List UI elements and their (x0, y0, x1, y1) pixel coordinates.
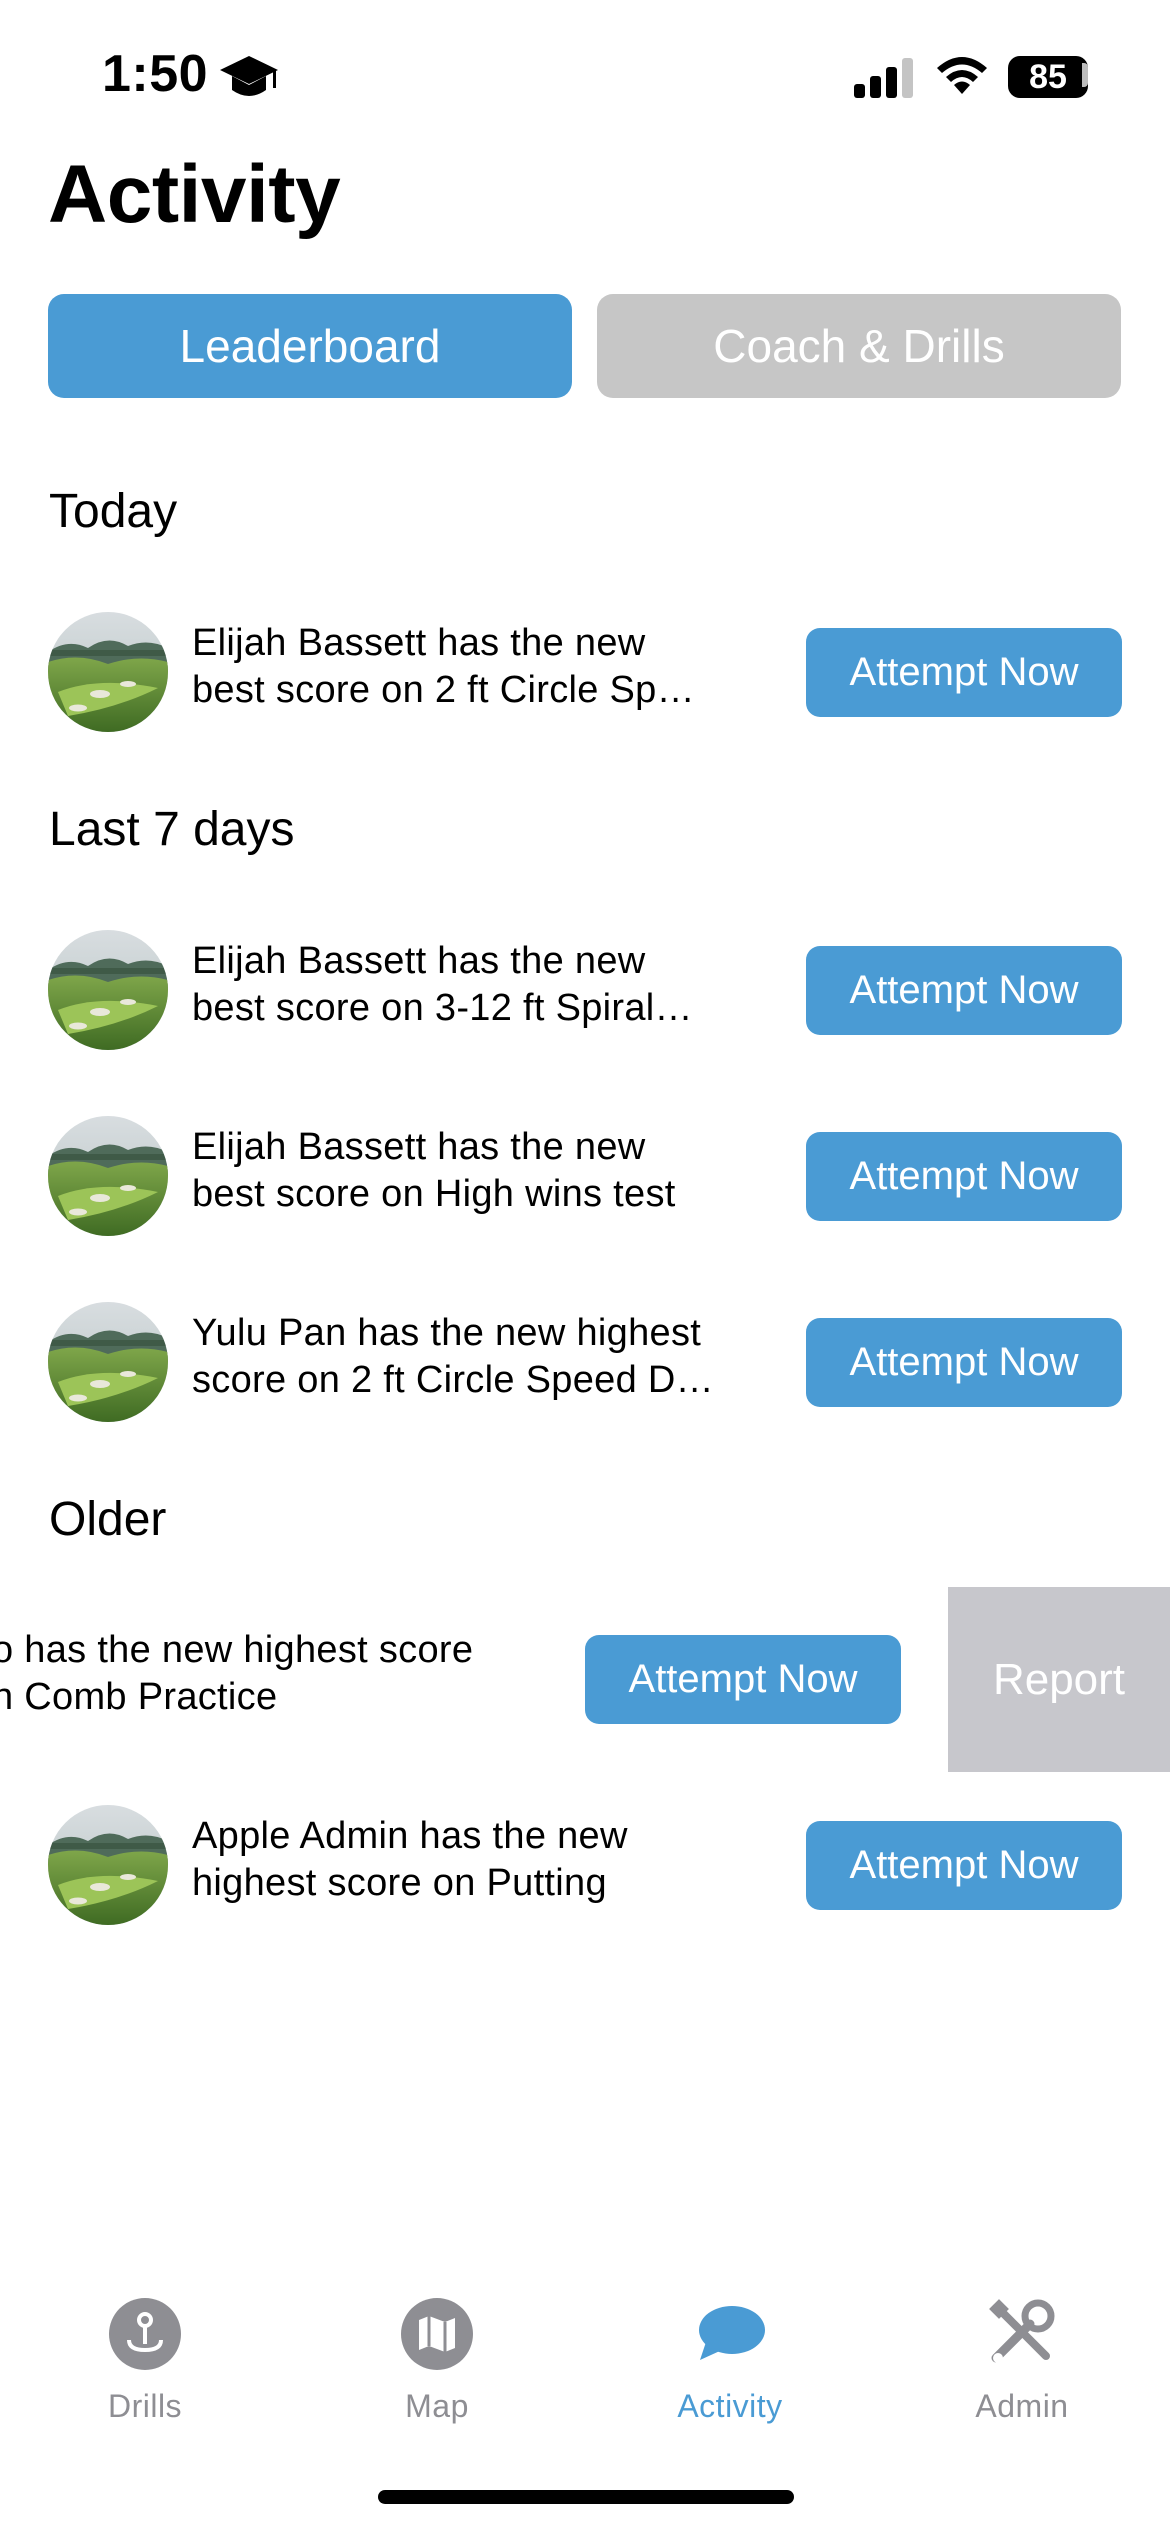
activity-screen: 1:50 85 Activity Leaderboard Coach & Dri… (0, 0, 1170, 2532)
activity-text: Elijah Bassett has the new best score on… (192, 622, 695, 711)
attempt-now-button[interactable]: Attempt Now (806, 946, 1122, 1035)
list-item[interactable]: Elijah Bassett has the new best score on… (0, 898, 1170, 1083)
tab-map[interactable]: Map (337, 2292, 537, 2432)
chat-bubble-icon (699, 2306, 765, 2360)
attempt-now-button[interactable]: Attempt Now (806, 1821, 1122, 1910)
drills-pin-icon (109, 2298, 181, 2370)
activity-text: Apple Admin has the new highest score on… (192, 1815, 628, 1904)
list-item[interactable]: Apple Admin has the new highest score on… (0, 1773, 1170, 1958)
list-item-swiped[interactable]: o has the new highest score n Comb Pract… (0, 1587, 1170, 1772)
activity-text: Elijah Bassett has the new best score on… (192, 940, 693, 1029)
battery-tip (1082, 63, 1088, 87)
avatar-golf-course (48, 930, 168, 1050)
report-swipe-button[interactable]: Report (948, 1587, 1170, 1772)
tab-admin[interactable]: Admin (922, 2292, 1122, 2432)
list-item[interactable]: Elijah Bassett has the new best score on… (0, 580, 1170, 765)
map-icon (401, 2298, 473, 2370)
section-title-older: Older (49, 1493, 167, 1546)
list-item[interactable]: Elijah Bassett has the new best score on… (0, 1084, 1170, 1269)
tools-icon (989, 2299, 1055, 2363)
status-time: 1:50 (102, 45, 209, 103)
tab-label: Drills (107, 2388, 183, 2424)
golf-course-image (48, 612, 168, 732)
tab-drills[interactable]: Drills (45, 2292, 245, 2432)
avatar-golf-course (48, 612, 168, 732)
tab-label: Activity (677, 2388, 783, 2424)
home-indicator (378, 2490, 794, 2504)
graduation-cap-icon (220, 56, 278, 96)
avatar-golf-course (48, 1116, 168, 1236)
list-item[interactable]: Yulu Pan has the new highest score on 2 … (0, 1270, 1170, 1455)
attempt-now-button[interactable]: Attempt Now (806, 1318, 1122, 1407)
battery-level: 85 (1008, 56, 1088, 98)
page-title: Activity (48, 149, 341, 240)
section-title-last-7-days: Last 7 days (49, 803, 295, 856)
cellular-signal-icon (854, 58, 913, 98)
golf-course-image (48, 930, 168, 1050)
golf-course-image (48, 1302, 168, 1422)
attempt-now-button[interactable]: Attempt Now (806, 628, 1122, 717)
leaderboard-tab-button[interactable]: Leaderboard (48, 294, 572, 398)
avatar-golf-course (48, 1805, 168, 1925)
coach-drills-tab-button[interactable]: Coach & Drills (597, 294, 1121, 398)
activity-text: Yulu Pan has the new highest score on 2 … (192, 1312, 714, 1401)
section-title-today: Today (49, 485, 178, 538)
tab-label: Map (405, 2388, 469, 2424)
activity-text: o has the new highest score n Comb Pract… (0, 1629, 474, 1718)
golf-course-image (48, 1805, 168, 1925)
tab-label: Admin (975, 2388, 1069, 2424)
golf-course-image (48, 1116, 168, 1236)
attempt-now-button[interactable]: Attempt Now (806, 1132, 1122, 1221)
activity-text: Elijah Bassett has the new best score on… (192, 1126, 676, 1215)
attempt-now-button[interactable]: Attempt Now (585, 1635, 901, 1724)
tab-activity[interactable]: Activity (630, 2292, 830, 2432)
wifi-icon (937, 57, 987, 94)
avatar-golf-course (48, 1302, 168, 1422)
